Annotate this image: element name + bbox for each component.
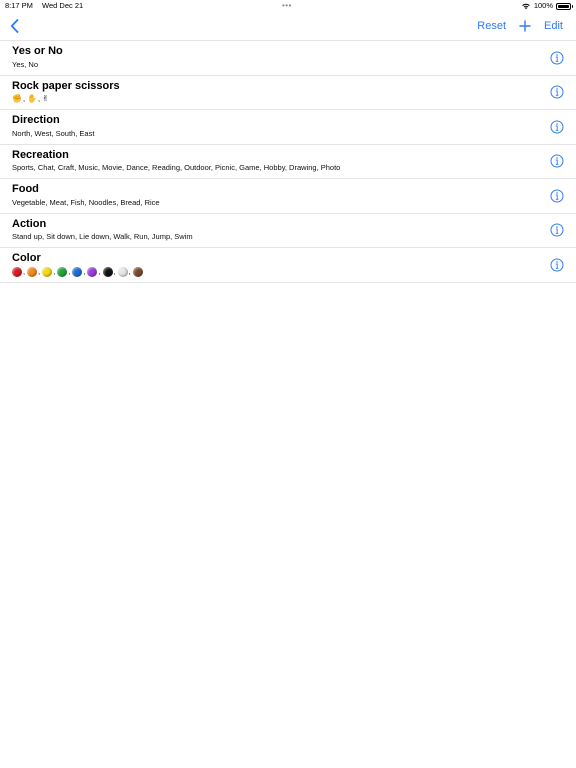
color-dot [42,266,53,277]
separator: , [23,266,26,276]
list-item-title: Recreation [12,148,69,161]
battery-percentage: 100% [533,1,553,10]
info-icon[interactable] [550,223,564,237]
multitasking-dots[interactable]: ••• [282,0,292,12]
victory-hand-emoji: ✌ [42,94,49,103]
color-dot [132,266,143,277]
separator: , [68,266,71,276]
list-item-recreation[interactable]: Recreation Sports, Chat, Craft, Music, M… [0,145,576,179]
list-item-subtitle: ✊, ✋, ✌ [12,94,49,104]
status-right: 100% [521,0,573,12]
info-icon[interactable] [550,258,564,272]
fist-emoji: ✊ [12,94,22,103]
status-bar: 8:17 PM Wed Dec 21 ••• 100% [0,0,576,12]
chevron-left-icon [10,19,18,33]
list-item-yes-or-no[interactable]: Yes or No Yes, No [0,41,576,76]
back-button[interactable] [6,17,22,35]
color-dot [87,266,98,277]
separator: , [113,266,116,276]
battery-fill [558,4,569,8]
wifi-icon [522,3,530,10]
edit-button[interactable]: Edit [544,20,563,32]
list-item-subtitle: Vegetable, Meat, Fish, Noodles, Bread, R… [12,197,160,207]
list-item-title: Color [12,252,41,264]
hand-emoji: ✋ [27,94,38,103]
reset-button[interactable]: Reset [477,20,506,32]
separator: , [128,266,131,276]
battery-nub [571,5,573,8]
list-item-color[interactable]: Color ,,,,,,,, [0,248,576,283]
navigation-bar: Reset Edit [0,12,576,40]
info-icon[interactable] [550,189,564,203]
list-item-title: Rock paper scissors [12,79,120,92]
separator: , [83,266,86,276]
status-date: Wed Dec 21 [42,1,84,10]
info-icon[interactable] [550,154,564,168]
color-dot [102,266,113,277]
list-item-title: Direction [12,114,60,126]
list-item-direction[interactable]: Direction North, West, South, East [0,110,576,145]
list-item-title: Yes or No [12,45,63,57]
separator: , [98,266,101,276]
battery-icon [556,2,573,10]
list-item-subtitle: Yes, No [12,59,38,69]
nav-actions: Reset Edit [477,12,563,40]
list-item-rock-paper-scissors[interactable]: Rock paper scissors ✊, ✋, ✌ [0,76,576,110]
list-item-title: Food [12,183,39,195]
plus-icon [519,20,531,32]
status-time: 8:17 PM [5,1,33,10]
separator: , [53,266,56,276]
list-item-subtitle: Sports, Chat, Craft, Music, Movie, Dance… [12,163,341,172]
list-item-action[interactable]: Action Stand up, Sit down, Lie down, Wal… [0,214,576,248]
color-dot [117,266,128,277]
separator: , [22,94,26,103]
list-item-subtitle: North, West, South, East [12,128,95,138]
color-dots: ,,,,,,,, [12,266,143,277]
separator: , [38,94,41,103]
color-dot [57,266,68,277]
add-button[interactable] [519,20,531,32]
status-left: 8:17 PM Wed Dec 21 [5,0,90,12]
separator: , [38,266,41,276]
list-item-subtitle: Stand up, Sit down, Lie down, Walk, Run,… [12,232,193,241]
roulette-list: Yes or No Yes, No Rock paper scissors ✊,… [0,40,576,283]
list-item-food[interactable]: Food Vegetable, Meat, Fish, Noodles, Bre… [0,179,576,214]
color-dot [12,266,22,277]
info-icon[interactable] [550,120,564,134]
color-dot [27,266,38,277]
info-icon[interactable] [550,85,564,99]
color-dot [72,266,83,277]
list-item-title: Action [12,217,47,230]
info-icon[interactable] [550,51,564,65]
